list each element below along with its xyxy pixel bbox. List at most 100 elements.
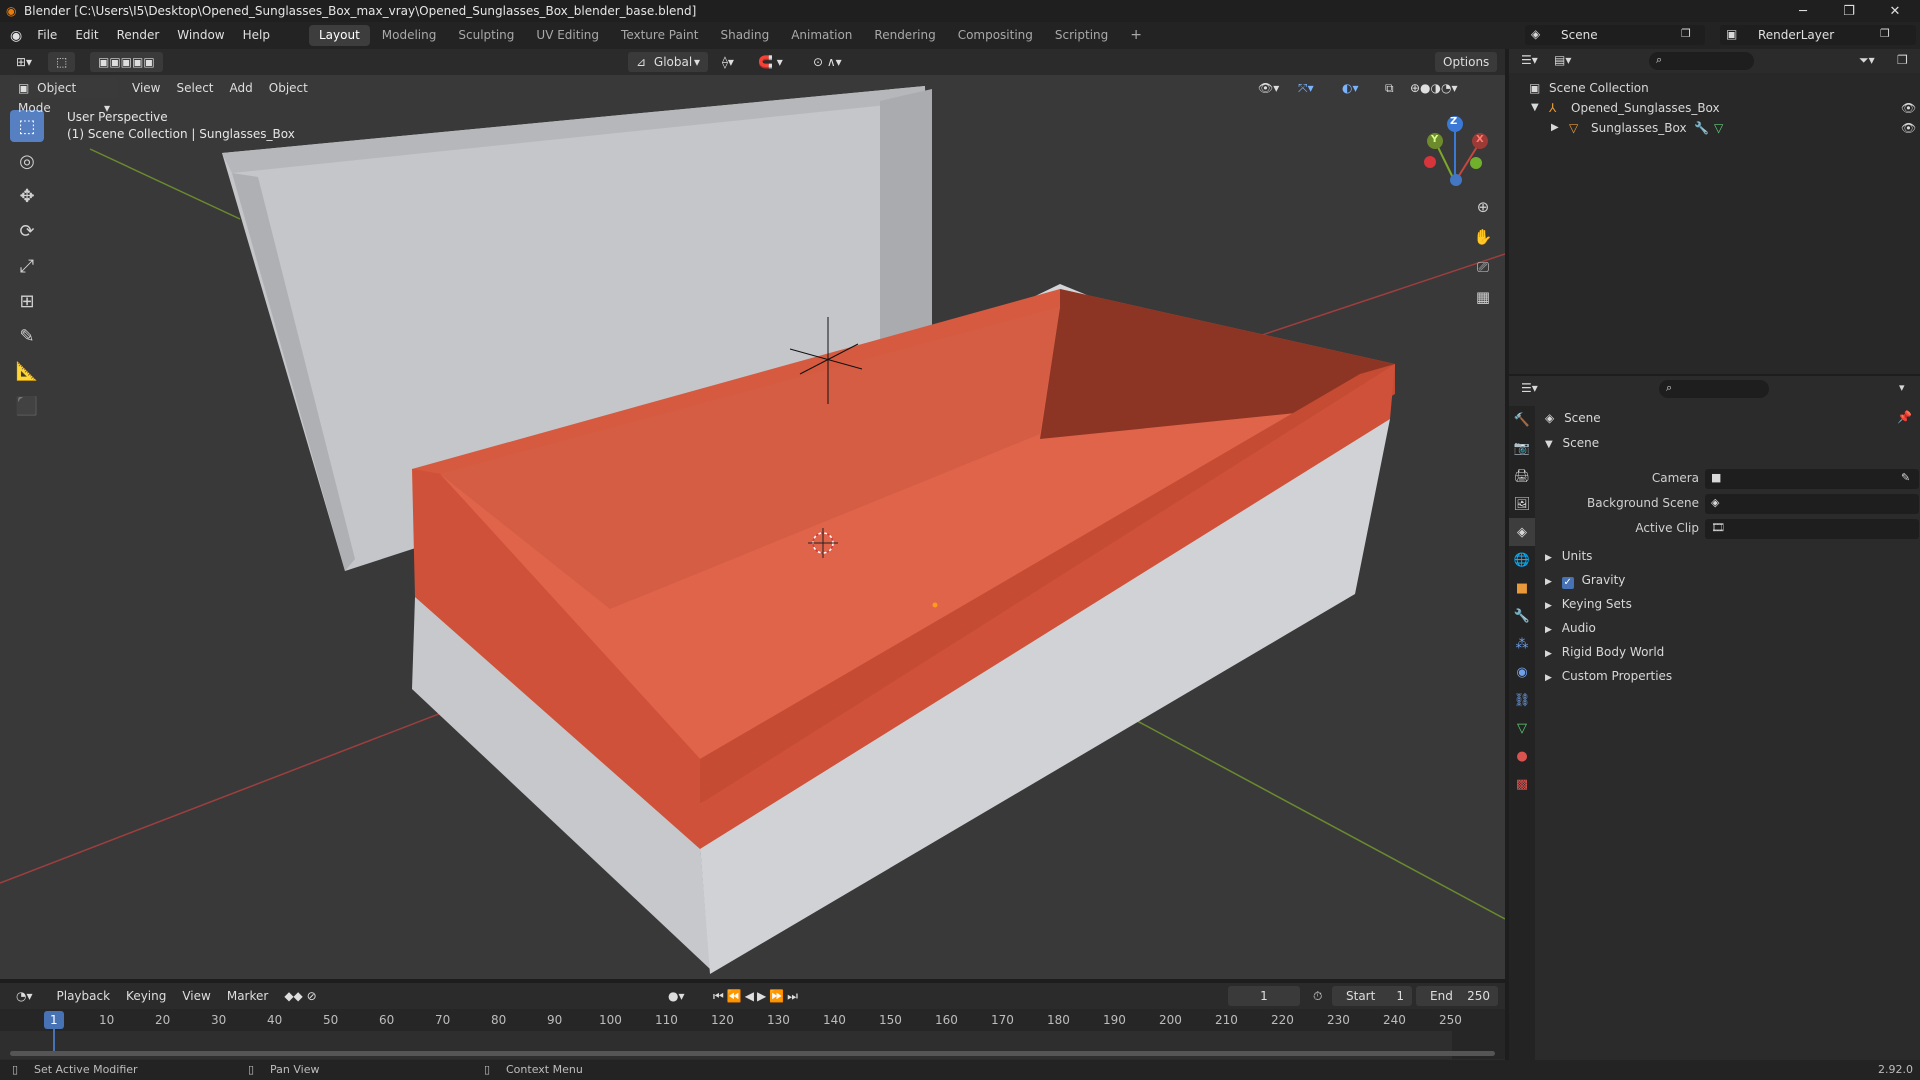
texture-tab-icon[interactable]: ▩ [1509, 770, 1535, 798]
tab-modeling[interactable]: Modeling [372, 25, 447, 46]
menu-playback[interactable]: Playback [49, 986, 119, 1006]
view-layer-tab-icon[interactable]: 🖼 [1509, 490, 1535, 518]
expand-arrow-icon[interactable]: ▶ [1551, 118, 1559, 138]
ortho-grid-icon[interactable]: ▦ [1468, 282, 1498, 312]
menu-object[interactable]: Object [261, 78, 316, 98]
blender-menu-icon[interactable]: ◉ [10, 28, 22, 44]
rotate-tool-icon[interactable]: ⟳ [10, 215, 44, 247]
tab-sculpting[interactable]: Sculpting [448, 25, 524, 46]
outliner-editor-icon[interactable]: ☰▾ [1521, 53, 1538, 67]
tool-tab-icon[interactable]: 🔨 [1509, 406, 1535, 434]
menu-add[interactable]: Add [222, 78, 261, 98]
menu-marker[interactable]: Marker [219, 986, 276, 1006]
outliner-search-input[interactable]: ⌕ [1649, 52, 1754, 70]
output-tab-icon[interactable]: 🖨 [1509, 462, 1535, 490]
panel-rigid-body-world[interactable]: ▶ Rigid Body World [1545, 642, 1664, 662]
panel-audio[interactable]: ▶ Audio [1545, 618, 1596, 638]
modifier-tab-icon[interactable]: 🔧 [1509, 602, 1535, 630]
chevron-down-icon[interactable]: ▾ [1899, 381, 1905, 394]
timeline-editor-icon[interactable]: ◔▾ [8, 986, 41, 1006]
menu-select[interactable]: Select [168, 78, 221, 98]
xray-toggle-icon[interactable]: ⧉ [1377, 78, 1402, 98]
display-mode-icon[interactable]: ▤▾ [1554, 53, 1571, 67]
scene-tab-icon[interactable]: ◈ [1509, 518, 1535, 546]
eye-icon[interactable]: 👁 [1901, 98, 1916, 118]
tab-shading[interactable]: Shading [710, 25, 779, 46]
gizmo-z-label[interactable]: Z [1450, 116, 1457, 127]
3d-viewport[interactable]: Z X Y User Perspective (1) Scene Collect… [0, 49, 1505, 979]
constraints-tab-icon[interactable]: ⛓ [1509, 686, 1535, 714]
options-dropdown[interactable]: Options [1435, 52, 1498, 72]
menu-help[interactable]: Help [234, 22, 279, 49]
tab-layout[interactable]: Layout [308, 25, 370, 46]
menu-view[interactable]: View [174, 986, 218, 1006]
filter-icon[interactable]: ⏷▾ [1859, 53, 1875, 68]
particles-tab-icon[interactable]: ⁂ [1509, 630, 1535, 658]
outliner-scene-collection[interactable]: ▣ Scene Collection [1509, 78, 1920, 98]
physics-tab-icon[interactable]: ◉ [1509, 658, 1535, 686]
minimize-icon[interactable]: ─ [1780, 0, 1826, 22]
preview-range-icon[interactable]: ⏱ [1305, 986, 1330, 1006]
maximize-icon[interactable]: ❐ [1826, 0, 1872, 22]
mesh-data-icon[interactable]: ▽ [1714, 118, 1723, 138]
render-layer-selector[interactable]: ▣ RenderLayer ❐ [1720, 25, 1916, 45]
start-frame-field[interactable]: Start 1 [1332, 986, 1412, 1006]
render-tab-icon[interactable]: 📷 [1509, 434, 1535, 462]
zoom-icon[interactable]: ⊕ [1468, 192, 1498, 222]
cursor-tool-icon[interactable]: ◎ [10, 145, 44, 177]
background-scene-field[interactable]: ◈ [1705, 494, 1919, 514]
panel-keying-sets[interactable]: ▶ Keying Sets [1545, 594, 1632, 614]
transform-orientation-dropdown[interactable]: ⊿ Global ▾ [628, 52, 708, 72]
world-tab-icon[interactable]: 🌐 [1509, 546, 1535, 574]
tab-uv-editing[interactable]: UV Editing [526, 25, 609, 46]
new-scene-icon[interactable]: ❐ [1681, 27, 1691, 40]
editor-type-icon[interactable]: ⊞▾ [8, 52, 40, 72]
measure-tool-icon[interactable]: 📐 [10, 355, 44, 387]
gizmo-x-label[interactable]: X [1476, 134, 1484, 145]
gizmo-y-label[interactable]: Y [1431, 134, 1438, 145]
snap-icon[interactable]: 🧲 ▾ [750, 52, 791, 72]
visibility-icon[interactable]: 👁▾ [1250, 78, 1287, 98]
eye-icon[interactable]: 👁 [1901, 118, 1916, 138]
outliner-item-sunglasses-box[interactable]: ▶ ▽ Sunglasses_Box 🔧 ▽ 👁 [1509, 118, 1920, 138]
menu-view[interactable]: View [124, 78, 168, 98]
tab-texture-paint[interactable]: Texture Paint [611, 25, 708, 46]
keyframe-icons[interactable]: ◆◆ ⊘ [276, 986, 324, 1006]
panel-custom-properties[interactable]: ▶ Custom Properties [1545, 666, 1672, 686]
close-icon[interactable]: ✕ [1872, 0, 1918, 22]
scene-selector[interactable]: ◈ Scene ❐ [1525, 25, 1705, 45]
panel-scene-header[interactable]: ▼ Scene [1545, 433, 1599, 453]
annotate-tool-icon[interactable]: ✎ [10, 320, 44, 352]
playback-controls-icons[interactable]: ⏮⏪◀▶⏩⏭ [705, 986, 809, 1006]
timeline-scrollbar[interactable] [10, 1051, 1495, 1056]
new-render-layer-icon[interactable]: ❐ [1880, 27, 1890, 40]
menu-keying[interactable]: Keying [118, 986, 174, 1006]
tab-scripting[interactable]: Scripting [1045, 25, 1118, 46]
modifier-wrench-icon[interactable]: 🔧 [1694, 118, 1709, 138]
tab-rendering[interactable]: Rendering [864, 25, 945, 46]
pan-hand-icon[interactable]: ✋ [1468, 222, 1498, 252]
move-tool-icon[interactable]: ✥ [10, 180, 44, 212]
menu-edit[interactable]: Edit [66, 22, 107, 49]
pin-icon[interactable]: 📌 [1897, 410, 1912, 424]
transform-tool-icon[interactable]: ⊞ [10, 285, 44, 317]
menu-render[interactable]: Render [108, 22, 169, 49]
menu-file[interactable]: File [28, 22, 66, 49]
properties-editor-icon[interactable]: ☰▾ [1521, 381, 1538, 395]
panel-units[interactable]: ▶ Units [1545, 546, 1592, 566]
panel-gravity[interactable]: ▶ ✓ Gravity [1545, 570, 1625, 590]
data-tab-icon[interactable]: ▽ [1509, 714, 1535, 742]
selection-set-icons[interactable]: ▣▣▣▣▣ [90, 52, 163, 72]
material-tab-icon[interactable]: ● [1509, 742, 1535, 770]
camera-view-icon[interactable]: ⎚ [1468, 252, 1498, 282]
add-workspace-icon[interactable]: + [1120, 25, 1152, 46]
overlay-toggle-icon[interactable]: ◐▾ [1334, 78, 1367, 98]
gizmo-toggle-icon[interactable]: ⤧▾ [1290, 78, 1322, 98]
scale-tool-icon[interactable]: ⤢ [10, 250, 44, 282]
camera-field[interactable]: ■ ✎ [1705, 469, 1919, 489]
properties-search-input[interactable]: ⌕ [1659, 380, 1769, 398]
gravity-checkbox[interactable]: ✓ [1561, 577, 1574, 589]
tab-compositing[interactable]: Compositing [948, 25, 1043, 46]
eyedropper-icon[interactable]: ✎ [1901, 471, 1910, 484]
mode-dropdown[interactable]: ▣ Object Mode ▾ [10, 78, 118, 115]
